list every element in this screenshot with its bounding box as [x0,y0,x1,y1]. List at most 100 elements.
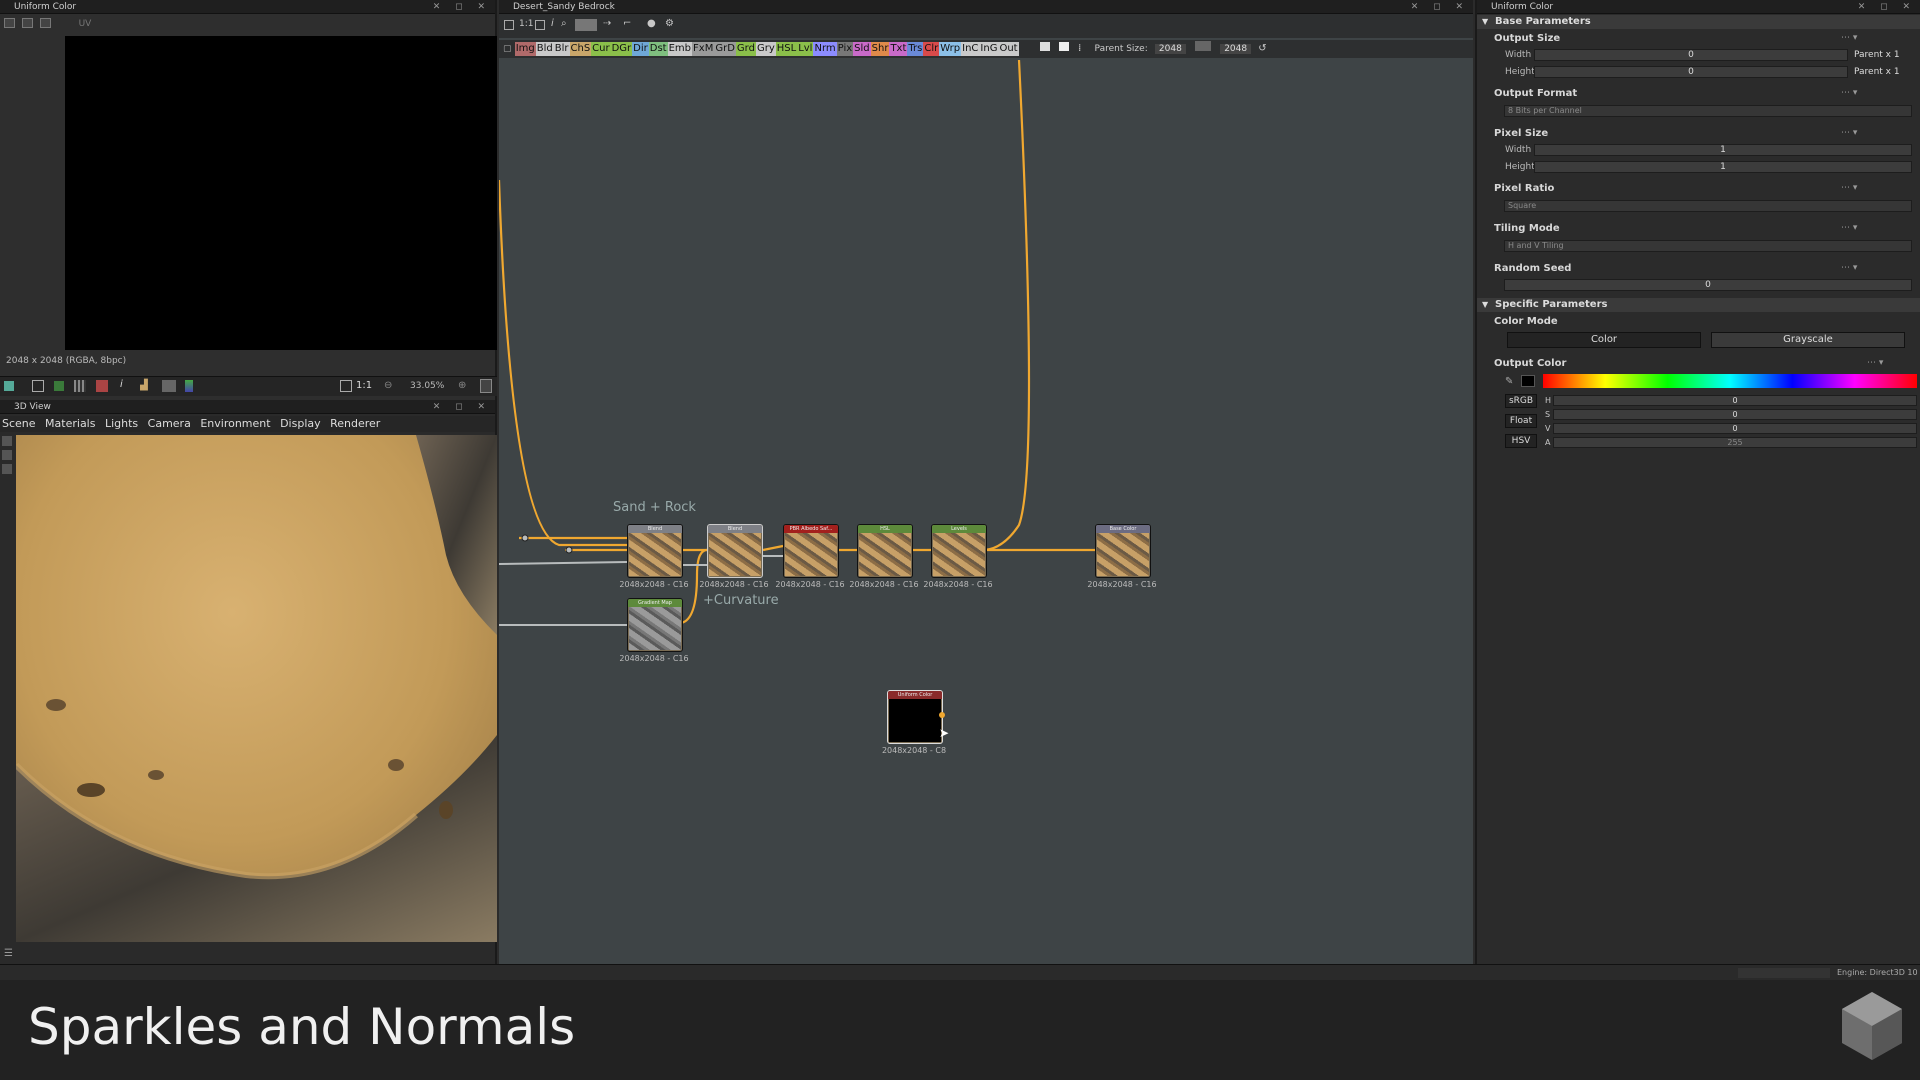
image-icon[interactable] [40,18,52,28]
parameter-options-icon[interactable]: ⋯ ▾ [1841,183,1857,193]
output-size-label: Output Size [1494,33,1561,44]
a-slider[interactable]: 255 [1553,437,1917,448]
menu-camera[interactable]: Camera [148,417,191,430]
color-mode-color-button[interactable]: Color [1507,332,1701,348]
checker-icon[interactable] [32,380,44,392]
output-port[interactable] [939,712,945,718]
tile-icon[interactable] [74,380,86,392]
node-base-color-output[interactable]: Base Color [1095,524,1151,578]
video-footer: Sparkles and Normals [0,980,1920,1080]
output-height-value: 0 [1688,67,1694,77]
node-header: PBR Albedo Saf... [784,525,838,533]
parameter-options-icon[interactable]: ⋯ ▾ [1841,223,1857,233]
layers-icon[interactable]: ☰ [4,948,13,959]
output-width-relative[interactable]: Parent x 1 [1854,50,1900,60]
wire-10 [984,59,1031,552]
brand-logo-icon [1842,992,1902,1060]
menu-materials[interactable]: Materials [45,417,95,430]
node-resolution: 2048x2048 - C8 [881,746,947,755]
hue-spectrum-bar[interactable] [1543,374,1917,388]
output-height-relative[interactable]: Parent x 1 [1854,67,1900,77]
node-blend-2[interactable]: Blend [707,524,763,578]
output-format-select[interactable]: 8 Bits per Channel [1504,105,1912,117]
hsv-button[interactable]: HSV [1505,434,1537,448]
h-slider[interactable]: 0 [1553,395,1917,406]
channels-icon[interactable] [4,381,14,391]
properties-titlebar: Uniform Color ✕ ◻ ✕ [1477,0,1920,14]
gallery-icon[interactable] [96,380,108,392]
comment-curvature[interactable]: +Curvature [703,593,779,608]
fit-icon[interactable] [340,380,352,392]
node-levels[interactable]: Levels [931,524,987,578]
pin-icon[interactable] [480,379,492,393]
pixel-ratio-select[interactable]: Square [1504,200,1912,212]
parameter-options-icon[interactable]: ⋯ ▾ [1841,128,1857,138]
mouse-cursor-icon: ➤ [939,726,950,740]
srgb-button[interactable]: sRGB [1505,394,1537,408]
parameter-options-icon[interactable]: ⋯ ▾ [1841,88,1857,98]
2d-view-titlebar: Uniform Color ✕ ◻ ✕ [0,0,495,14]
2d-view-canvas[interactable] [65,36,497,350]
zoom-level[interactable]: 33.05% [410,381,444,391]
node-blend-1[interactable]: Blend [627,524,683,578]
color-swatch[interactable] [1521,375,1535,387]
color-mode-grayscale-button[interactable]: Grayscale [1711,332,1905,348]
reroute-dot[interactable] [565,546,573,554]
pixel-height-slider[interactable]: 1 [1534,161,1912,173]
base-parameters-header[interactable]: Base Parameters [1477,15,1920,29]
float-button[interactable]: Float [1505,414,1537,428]
parameter-options-icon[interactable]: ⋯ ▾ [1841,33,1857,43]
window-buttons[interactable]: ✕ ◻ ✕ [1858,0,1916,14]
menu-display[interactable]: Display [280,417,321,430]
3d-view-titlebar: 3D View ✕ ◻ ✕ [0,400,495,414]
s-slider[interactable]: 0 [1553,409,1917,420]
node-thumbnail [859,533,911,576]
ratio-button[interactable]: 1:1 [356,380,372,391]
zoom-out-icon[interactable]: ⊖ [384,380,392,391]
color-icon[interactable] [54,381,64,391]
pixel-width-slider[interactable]: 1 [1534,144,1912,156]
3d-view-panel: 3D View ✕ ◻ ✕ Scene Materials Lights Cam… [0,400,497,964]
eyedropper-icon[interactable]: ✎ [1505,376,1513,387]
light-tool-icon[interactable] [2,450,12,460]
node-gradient-map[interactable]: Gradient Map [627,598,683,652]
specific-parameters-header[interactable]: Specific Parameters [1477,298,1920,312]
reroute-dot[interactable] [521,534,529,542]
wire-1 [499,179,627,547]
menu-scene[interactable]: Scene [2,417,36,430]
save-icon[interactable] [4,18,15,28]
select-tool-icon[interactable] [2,464,12,474]
pixel-height-value: 1 [1720,162,1726,172]
pixel-width-value: 1 [1720,145,1726,155]
node-resolution: 2048x2048 - C16 [699,580,769,589]
comment-sand-rock[interactable]: Sand + Rock [613,500,696,515]
s-label: S [1545,410,1551,419]
export-icon[interactable] [22,18,34,28]
parameter-options-icon[interactable]: ⋯ ▾ [1841,263,1857,273]
menu-lights[interactable]: Lights [105,417,138,430]
3d-render-viewport[interactable] [16,435,497,942]
node-uniform-color[interactable]: Uniform Color [887,690,943,744]
node-header: HSL [858,525,912,533]
uv-tool-label[interactable]: UV [79,19,92,29]
window-buttons[interactable]: ✕ ◻ ✕ [433,0,491,14]
v-slider[interactable]: 0 [1553,423,1917,434]
random-seed-slider[interactable]: 0 [1504,279,1912,291]
3d-view-menu: Scene Materials Lights Camera Environmen… [0,416,495,432]
menu-environment[interactable]: Environment [200,417,270,430]
display-icon[interactable] [162,380,176,392]
color-picker-icon[interactable] [185,380,193,392]
rotate-tool-icon[interactable] [2,436,12,446]
window-buttons[interactable]: ✕ ◻ ✕ [433,400,491,414]
menu-renderer[interactable]: Renderer [330,417,380,430]
node-thumbnail [785,533,837,576]
node-hsl[interactable]: HSL [857,524,913,578]
info-icon[interactable]: i [120,379,123,390]
output-width-slider[interactable]: 0 [1534,49,1848,61]
parameter-options-icon[interactable]: ⋯ ▾ [1867,358,1883,368]
output-height-slider[interactable]: 0 [1534,66,1848,78]
zoom-in-icon[interactable]: ⊕ [458,380,466,391]
node-pbr-albedo[interactable]: PBR Albedo Saf... [783,524,839,578]
tiling-mode-select[interactable]: H and V Tiling [1504,240,1912,252]
histogram-icon[interactable]: ▟ [140,380,148,391]
